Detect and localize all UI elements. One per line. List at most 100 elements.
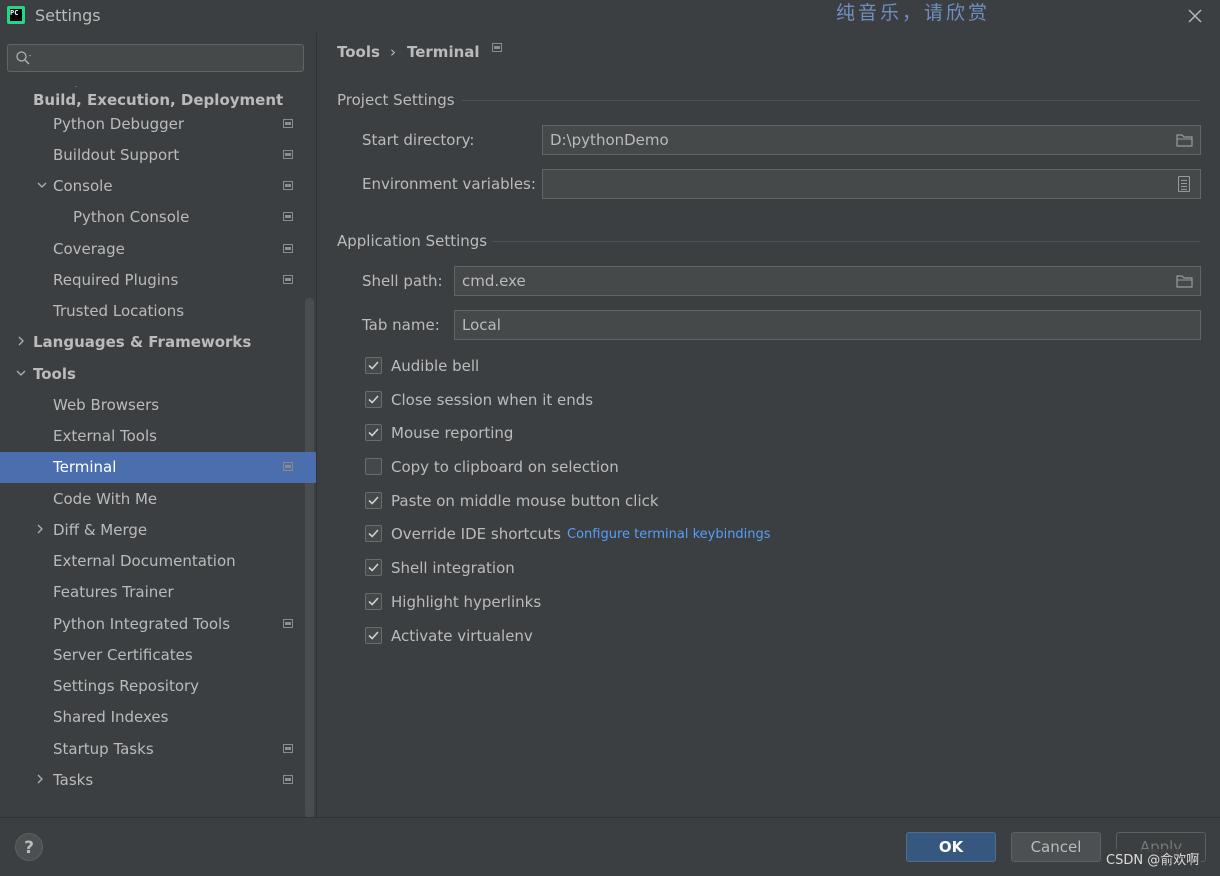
- chevron-right-icon[interactable]: [33, 765, 47, 796]
- sidebar-item-label: Console: [53, 177, 113, 195]
- configure-keybindings-link[interactable]: Configure terminal keybindings: [567, 522, 771, 548]
- sidebar-item-external-tools[interactable]: External Tools: [0, 421, 316, 452]
- sidebar-item-diff-merge[interactable]: Diff & Merge: [0, 515, 316, 546]
- section-divider: [462, 100, 1200, 101]
- checkmark-icon: [368, 597, 379, 606]
- sidebar-item-server-certificates[interactable]: Server Certificates: [0, 640, 316, 671]
- sidebar-item-tools[interactable]: Tools: [0, 359, 316, 390]
- checkbox[interactable]: [365, 391, 382, 408]
- checkbox-label[interactable]: Mouse reporting: [391, 420, 513, 446]
- search-icon: [16, 51, 31, 65]
- sidebar-item-tasks[interactable]: Tasks: [0, 765, 316, 796]
- start-directory-field[interactable]: D:\pythonDemo: [542, 125, 1201, 155]
- project-level-icon: [283, 619, 293, 628]
- sidebar-item-required-plugins[interactable]: Required Plugins: [0, 265, 316, 296]
- sidebar-item-label: Server Certificates: [53, 646, 193, 664]
- environment-variables-label: Environment variables:: [362, 175, 536, 193]
- checkbox-label[interactable]: Audible bell: [391, 353, 479, 379]
- sticky-header-label: Build, Execution, Deployment: [33, 91, 284, 109]
- help-button[interactable]: ?: [15, 833, 43, 861]
- sidebar-item-python-console[interactable]: Python Console: [0, 202, 316, 233]
- checkmark-icon: [368, 361, 379, 370]
- cancel-button[interactable]: Cancel: [1011, 832, 1101, 862]
- sidebar-item-languages-frameworks[interactable]: Languages & Frameworks: [0, 327, 316, 358]
- project-level-icon: [283, 462, 293, 471]
- watermark-text: 纯音乐，请欣赏: [836, 2, 991, 24]
- checkmark-icon: [368, 395, 379, 404]
- sidebar-item-coverage[interactable]: Coverage: [0, 234, 316, 265]
- sidebar-item-features-trainer[interactable]: Features Trainer: [0, 577, 316, 608]
- ok-button[interactable]: OK: [906, 832, 996, 862]
- project-level-icon: [283, 150, 293, 159]
- breadcrumb-current: Terminal: [407, 43, 480, 61]
- sidebar-item-terminal[interactable]: Terminal: [0, 452, 316, 483]
- checkbox-label[interactable]: Override IDE shortcuts: [391, 521, 561, 547]
- chevron-right-icon[interactable]: [14, 327, 28, 358]
- checkmark-icon: [368, 428, 379, 437]
- project-level-icon: [283, 212, 293, 221]
- start-directory-label: Start directory:: [362, 131, 475, 149]
- breadcrumb-separator: ›: [390, 43, 396, 61]
- checkbox[interactable]: [365, 559, 382, 576]
- settings-search-input[interactable]: [7, 44, 304, 72]
- tab-name-field[interactable]: Local: [454, 310, 1201, 340]
- breadcrumb-parent[interactable]: Tools: [337, 43, 380, 61]
- checkbox-label[interactable]: Paste on middle mouse button click: [391, 488, 659, 514]
- checkmark-icon: [368, 563, 379, 572]
- chevron-down-icon[interactable]: [14, 359, 28, 390]
- sidebar-item-code-with-me[interactable]: Code With Me: [0, 484, 316, 515]
- shell-path-field[interactable]: cmd.exe: [454, 266, 1201, 296]
- sidebar-item-label: Python Console: [73, 208, 190, 226]
- checkbox-label[interactable]: Shell integration: [391, 555, 515, 581]
- chevron-right-icon[interactable]: [33, 515, 47, 546]
- checkbox[interactable]: [365, 424, 382, 441]
- checkbox[interactable]: [365, 525, 382, 542]
- sticky-section-header[interactable]: Build, Execution, Deployment: [0, 87, 316, 113]
- sidebar-item-label: Terminal: [53, 458, 117, 476]
- project-settings-title: Project Settings: [337, 91, 455, 109]
- checkmark-icon: [368, 529, 379, 538]
- checkbox[interactable]: [365, 627, 382, 644]
- sidebar-item-buildout-support[interactable]: Buildout Support: [0, 140, 316, 171]
- sidebar-item-label: Shared Indexes: [53, 708, 169, 726]
- sidebar-item-label: Python Integrated Tools: [53, 615, 231, 633]
- checkbox-label[interactable]: Activate virtualenv: [391, 623, 533, 649]
- sidebar-item-startup-tasks[interactable]: Startup Tasks: [0, 734, 316, 765]
- sidebar-item-web-browsers[interactable]: Web Browsers: [0, 390, 316, 421]
- checkbox[interactable]: [365, 357, 382, 374]
- checkbox[interactable]: [365, 593, 382, 610]
- sidebar-item-label: Features Trainer: [53, 583, 174, 601]
- sidebar-item-external-documentation[interactable]: External Documentation: [0, 546, 316, 577]
- sidebar-item-settings-repository[interactable]: Settings Repository: [0, 671, 316, 702]
- checkbox[interactable]: [365, 458, 382, 475]
- folder-icon[interactable]: [1176, 274, 1194, 288]
- project-level-icon: [283, 119, 293, 128]
- sidebar-item-label: Settings Repository: [53, 677, 200, 695]
- settings-content: Tools › Terminal Project Settings Start …: [317, 33, 1220, 817]
- checkbox-label[interactable]: Highlight hyperlinks: [391, 589, 541, 615]
- sidebar-item-label: Trusted Locations: [53, 302, 185, 320]
- checkbox[interactable]: [365, 492, 382, 509]
- project-level-icon: [283, 275, 293, 284]
- sidebar-item-label: Web Browsers: [53, 396, 160, 414]
- tab-name-label: Tab name:: [362, 316, 440, 334]
- window-title: Settings: [35, 6, 101, 25]
- folder-icon[interactable]: [1176, 133, 1194, 147]
- sidebar-item-python-integrated-tools[interactable]: Python Integrated Tools: [0, 609, 316, 640]
- checkbox-label[interactable]: Close session when it ends: [391, 387, 593, 413]
- environment-variables-field[interactable]: [542, 169, 1201, 199]
- checkbox-label[interactable]: Copy to clipboard on selection: [391, 454, 619, 480]
- project-level-icon: [283, 744, 293, 753]
- sidebar-item-label: Startup Tasks: [53, 740, 154, 758]
- sidebar-item-label: Buildout Support: [53, 146, 180, 164]
- sidebar-item-shared-indexes[interactable]: Shared Indexes: [0, 702, 316, 733]
- sidebar-item-trusted-locations[interactable]: Trusted Locations: [0, 296, 316, 327]
- sidebar-item-python-debugger[interactable]: Python Debugger: [0, 109, 316, 140]
- sidebar-item-console[interactable]: Console: [0, 171, 316, 202]
- project-level-icon: [283, 181, 293, 190]
- section-divider: [492, 241, 1200, 242]
- project-level-icon: [492, 43, 502, 52]
- close-button[interactable]: [1184, 5, 1206, 27]
- edit-variables-icon[interactable]: [1178, 176, 1190, 192]
- chevron-down-icon[interactable]: [35, 171, 49, 202]
